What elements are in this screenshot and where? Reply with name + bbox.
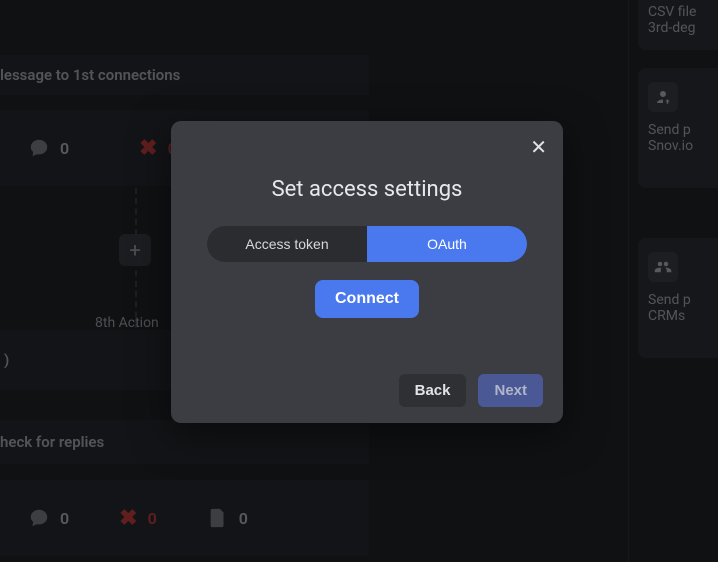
close-icon: ✕ bbox=[530, 135, 547, 159]
tab-oauth[interactable]: OAuth bbox=[367, 226, 527, 262]
close-button[interactable]: ✕ bbox=[530, 135, 547, 159]
auth-method-segmented: Access token OAuth bbox=[207, 226, 527, 262]
tab-access-token[interactable]: Access token bbox=[207, 226, 367, 262]
back-button[interactable]: Back bbox=[399, 374, 467, 407]
modal-overlay[interactable]: ✕ Set access settings Access token OAuth… bbox=[0, 0, 718, 562]
modal-title: Set access settings bbox=[195, 177, 539, 202]
modal-footer: Back Next bbox=[399, 374, 543, 407]
access-settings-modal: ✕ Set access settings Access token OAuth… bbox=[171, 121, 563, 423]
connect-button[interactable]: Connect bbox=[315, 280, 419, 318]
next-button[interactable]: Next bbox=[478, 374, 543, 407]
